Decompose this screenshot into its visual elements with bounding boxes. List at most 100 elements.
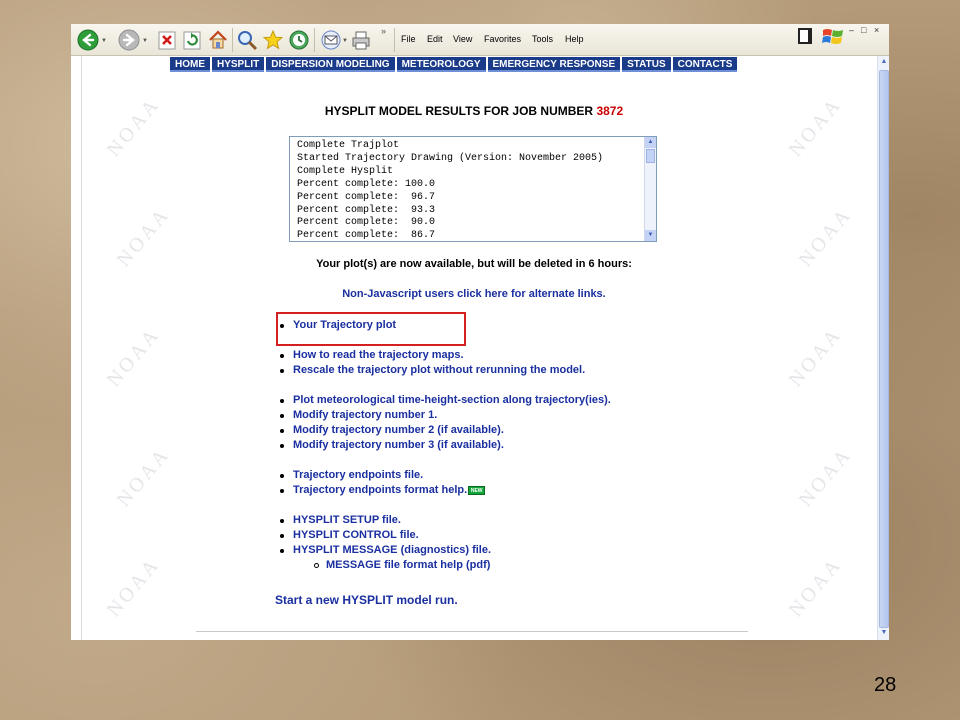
link-setup-label: HYSPLIT SETUP file. (293, 514, 401, 526)
nav-emergency-response[interactable]: EMERGENCY RESPONSE (487, 57, 621, 72)
mail-icon[interactable] (320, 29, 342, 51)
nav-home[interactable]: HOME (170, 57, 210, 72)
bullet (280, 444, 284, 448)
menu-help[interactable]: Help (565, 34, 584, 44)
start-new-run-link[interactable]: Start a new HYSPLIT model run. (275, 593, 458, 607)
toolbar-separator (394, 28, 395, 52)
link-modify-2-label: Modify trajectory number 2 (if available… (293, 424, 504, 436)
nav-hysplit[interactable]: HYSPLIT (212, 57, 265, 72)
menu-tools[interactable]: Tools (532, 34, 553, 44)
scroll-up-icon[interactable]: ▲ (645, 137, 656, 148)
bullet (280, 549, 284, 553)
watermark: NOAA (794, 443, 857, 511)
toolbar-separator (232, 28, 233, 52)
back-arrow-icon[interactable] (77, 29, 99, 51)
log-line: Percent complete: 96.7 (297, 191, 436, 203)
link-modify-3-label: Modify trajectory number 3 (if available… (293, 439, 504, 451)
log-scrollbar[interactable]: ▲ ▼ (644, 137, 656, 241)
link-modify-1-label: Modify trajectory number 1. (293, 409, 438, 421)
page-content: NOAA NOAA NOAA NOAA NOAA NOAA NOAA NOAA … (71, 56, 877, 640)
log-line: Percent complete: 90.0 (297, 217, 436, 229)
nav-contacts[interactable]: CONTACTS (672, 57, 738, 72)
back-dropdown-icon[interactable]: ▼ (101, 38, 107, 44)
menu-view[interactable]: View (453, 34, 472, 44)
bottom-divider (196, 631, 748, 632)
link-read-maps[interactable]: How to read the trajectory maps. (280, 349, 464, 361)
nav-meteorology[interactable]: METEOROLOGY (396, 57, 486, 72)
menu-file[interactable]: File (401, 34, 416, 44)
history-icon[interactable] (288, 29, 310, 51)
forward-arrow-icon[interactable] (118, 29, 140, 51)
start-run-prefix: Start a new (275, 593, 343, 607)
link-message-help[interactable]: MESSAGE file format help (pdf) (314, 559, 491, 571)
print-icon[interactable] (350, 29, 372, 51)
results-title-text: HYSPLIT MODEL RESULTS FOR JOB NUMBER (324, 104, 597, 118)
bullet (280, 399, 284, 403)
nav-status[interactable]: STATUS (622, 57, 671, 72)
link-message[interactable]: HYSPLIT MESSAGE (diagnostics) file. (280, 544, 491, 556)
scroll-down-icon[interactable]: ▼ (879, 628, 889, 638)
link-setup[interactable]: HYSPLIT SETUP file. (280, 514, 401, 526)
start-run-suffix: model run. (393, 593, 458, 607)
search-icon[interactable] (236, 29, 258, 51)
page-scroll-thumb[interactable] (879, 70, 889, 628)
results-title: HYSPLIT MODEL RESULTS FOR JOB NUMBER 387… (71, 104, 877, 118)
site-nav-bar: HOME HYSPLIT DISPERSION MODELING METEORO… (170, 57, 740, 72)
link-trajectory-plot[interactable]: Your Trajectory plot (280, 319, 397, 331)
link-trajectory-plot-label: Your Trajectory plot (293, 319, 397, 331)
model-log-textarea[interactable]: Complete Trajplot Started Trajectory Draw… (289, 136, 657, 242)
bullet (280, 414, 284, 418)
link-modify-2[interactable]: Modify trajectory number 2 (if available… (280, 424, 504, 436)
menu-favorites[interactable]: Favorites (484, 34, 521, 44)
browser-window: ▼ ▼ ▼ » File Edit View Favorites Tools H… (71, 24, 889, 640)
nav-dispersion-modeling[interactable]: DISPERSION MODELING (266, 57, 395, 72)
link-control-label: HYSPLIT CONTROL file. (293, 529, 419, 541)
link-endpoints-format[interactable]: Trajectory endpoints format help. NEW (280, 484, 486, 496)
bullet (280, 534, 284, 538)
link-plot-met[interactable]: Plot meteorological time-height-section … (280, 394, 611, 406)
page-scrollbar[interactable]: ▲ ▼ (877, 56, 889, 640)
bullet (280, 519, 284, 523)
window-minimize-button[interactable]: – (849, 25, 854, 35)
link-endpoints-format-label: Trajectory endpoints format help. (293, 484, 468, 496)
bullet (280, 324, 284, 328)
mail-dropdown-icon[interactable]: ▼ (342, 38, 348, 44)
link-control[interactable]: HYSPLIT CONTROL file. (280, 529, 419, 541)
window-close-button[interactable]: × (874, 25, 879, 35)
link-rescale[interactable]: Rescale the trajectory plot without reru… (280, 364, 585, 376)
page-left-border (81, 56, 82, 640)
link-endpoints-label: Trajectory endpoints file. (293, 469, 424, 481)
bullet (280, 369, 284, 373)
scroll-down-icon[interactable]: ▼ (645, 230, 656, 241)
bullet (280, 489, 284, 493)
log-line: Percent complete: 100.0 (297, 178, 436, 190)
toolbar-overflow[interactable]: » (381, 26, 386, 36)
bullet (280, 354, 284, 358)
home-icon[interactable] (207, 29, 229, 51)
watermark: NOAA (102, 323, 165, 391)
link-modify-1[interactable]: Modify trajectory number 1. (280, 409, 438, 421)
start-run-product: HYSPLIT (342, 593, 394, 607)
log-line: Complete Hysplit (297, 165, 394, 177)
sub-bullet (314, 563, 319, 568)
watermark: NOAA (784, 553, 847, 621)
stop-icon[interactable] (156, 29, 178, 51)
refresh-icon[interactable] (181, 29, 203, 51)
log-line: Complete Trajplot (297, 140, 400, 151)
link-message-help-label: MESSAGE file format help (pdf) (326, 559, 491, 571)
menu-edit[interactable]: Edit (427, 34, 443, 44)
new-badge-icon: NEW (468, 486, 486, 495)
alternate-links-link[interactable]: Non-Javascript users click here for alte… (71, 288, 877, 300)
slide-number: 28 (874, 674, 897, 696)
window-maximize-button[interactable]: □ (861, 25, 866, 35)
scroll-up-icon[interactable]: ▲ (879, 57, 889, 67)
favorites-star-icon[interactable] (262, 29, 284, 51)
forward-dropdown-icon[interactable]: ▼ (142, 38, 148, 44)
link-endpoints[interactable]: Trajectory endpoints file. (280, 469, 424, 481)
watermark: NOAA (784, 323, 847, 391)
link-modify-3[interactable]: Modify trajectory number 3 (if available… (280, 439, 504, 451)
log-line: Percent complete: 93.3 (297, 204, 436, 216)
log-scroll-thumb[interactable] (646, 149, 655, 163)
availability-message: Your plot(s) are now available, but will… (316, 258, 632, 270)
link-read-maps-label: How to read the trajectory maps. (293, 349, 464, 361)
